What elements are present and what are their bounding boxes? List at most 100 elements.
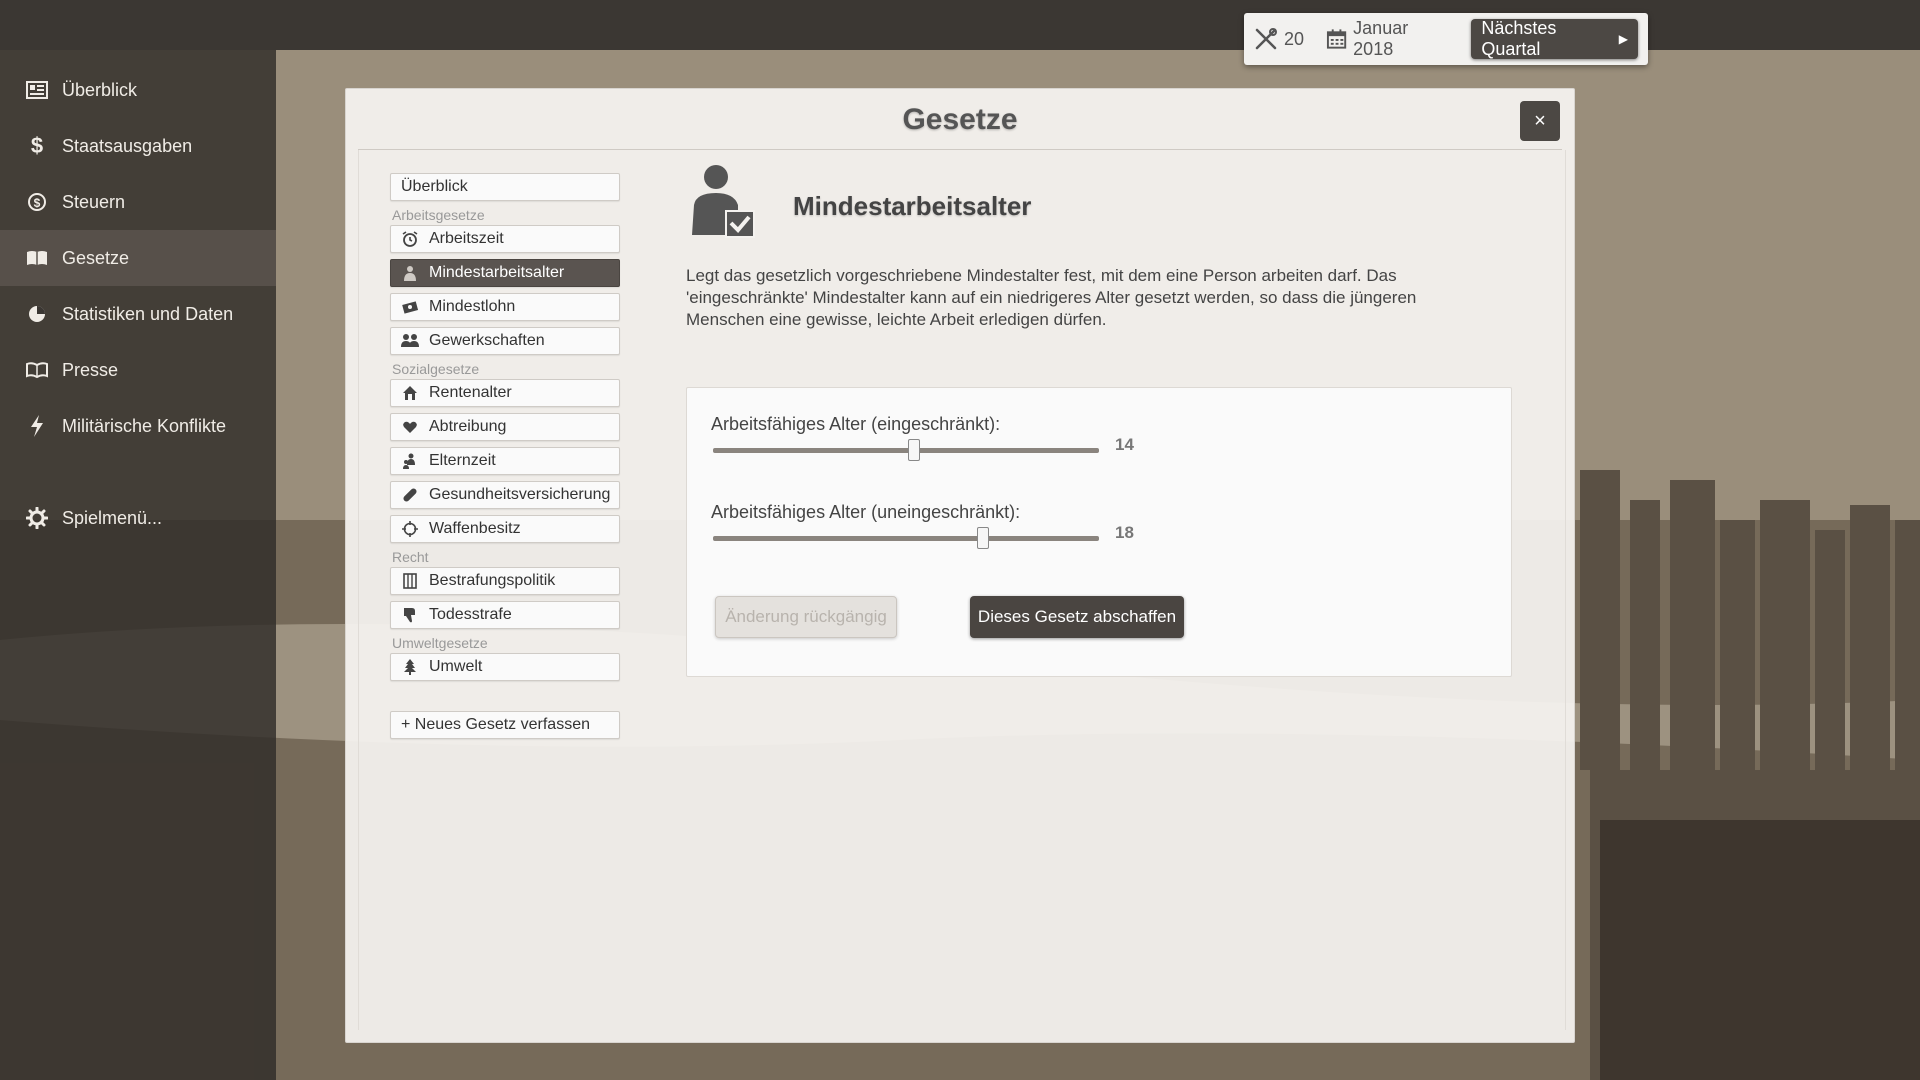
pill-icon [401, 486, 419, 504]
undo-label: Änderung rückgängig [725, 607, 887, 626]
date-display: Januar 2018 [1326, 18, 1449, 60]
nav-group-title: Recht [392, 549, 429, 565]
sidebar-item-statistics[interactable]: Statistiken und Daten [0, 286, 276, 342]
sidebar: Überblick $ Staatsausgaben $ Steuern Ges… [0, 50, 276, 1080]
sidebar-item-press[interactable]: Presse [0, 342, 276, 398]
nav-item-label: Gesundheitsversicherung [429, 486, 611, 503]
tree-icon [401, 658, 419, 676]
nav-item-overview[interactable]: Überblick [390, 173, 620, 201]
restricted-age-slider[interactable] [713, 439, 1099, 461]
clock-icon [401, 230, 419, 248]
play-icon: ▶ [1618, 32, 1628, 46]
sidebar-item-label: Militärische Konflikte [62, 415, 227, 436]
law-description: Legt das gesetzlich vorgeschriebene Mind… [686, 266, 1417, 329]
calendar-icon [1326, 29, 1347, 49]
sidebar-item-label: Staatsausgaben [62, 135, 193, 156]
nav-item-label: Arbeitszeit [429, 230, 504, 247]
sidebar-item-label: Statistiken und Daten [62, 303, 234, 324]
slider-thumb[interactable] [977, 527, 990, 549]
crosshair-icon [401, 520, 419, 538]
next-quarter-label: Nächstes Quartal [1481, 18, 1557, 59]
nav-item-label: Umwelt [429, 658, 483, 675]
slider-label-unrestricted: Arbeitsfähiges Alter (uneingeschränkt): [711, 502, 1021, 522]
sidebar-item-label: Steuern [62, 191, 126, 212]
sidebar-item-game-menu[interactable]: Spielmenü... [0, 490, 276, 546]
close-button[interactable]: × [1520, 101, 1560, 141]
nav-item-minimum-working-age[interactable]: Mindestarbeitsalter [390, 259, 620, 287]
law-book-icon [24, 245, 50, 271]
nav-item-environment[interactable]: Umwelt [390, 653, 620, 681]
nav-item-health-insurance[interactable]: Gesundheitsversicherung [390, 481, 620, 509]
group-icon [401, 332, 419, 350]
nav-item-unions[interactable]: Gewerkschaften [390, 327, 620, 355]
nav-item-label: Mindestarbeitsalter [429, 264, 565, 281]
slider-thumb[interactable] [907, 439, 920, 461]
sidebar-item-label: Spielmenü... [62, 507, 163, 528]
new-law-label: + Neues Gesetz verfassen [401, 716, 590, 733]
family-icon [401, 452, 419, 470]
sidebar-item-label: Überblick [62, 79, 138, 100]
sidebar-item-label: Presse [62, 359, 119, 380]
nav-item-label: Rentenalter [429, 384, 512, 401]
nav-item-label: Abtreibung [429, 418, 507, 435]
heart-icon [401, 418, 419, 436]
abolish-law-button[interactable]: Dieses Gesetz abschaffen [970, 596, 1184, 638]
money-icon [401, 298, 419, 316]
open-book-icon [24, 357, 50, 383]
nav-item-label: Überblick [401, 178, 468, 195]
nav-item-label: Waffenbesitz [429, 520, 521, 537]
unrestricted-age-slider[interactable] [713, 527, 1099, 549]
next-quarter-button[interactable]: Nächstes Quartal ▶ [1471, 18, 1638, 59]
close-icon: × [1534, 109, 1546, 132]
sidebar-item-spending[interactable]: $ Staatsausgaben [0, 118, 276, 174]
nav-item-penal-policy[interactable]: Bestrafungspolitik [390, 567, 620, 595]
sidebar-item-military[interactable]: Militärische Konflikte [0, 398, 276, 454]
house-icon [401, 384, 419, 402]
nav-item-minimum-wage[interactable]: Mindestlohn [390, 293, 620, 321]
pie-chart-icon [24, 301, 50, 327]
lightning-icon [24, 413, 50, 439]
tools-icon [1255, 28, 1277, 50]
nav-item-label: Elternzeit [429, 452, 496, 469]
svg-text:$: $ [34, 196, 41, 210]
nav-item-label: Gewerkschaften [429, 332, 545, 349]
abolish-label: Dieses Gesetz abschaffen [977, 607, 1177, 626]
sidebar-item-overview[interactable]: Überblick [0, 62, 276, 118]
dollar-icon: $ [30, 133, 44, 158]
nav-item-label: Bestrafungspolitik [429, 572, 556, 589]
dialog-title: Gesetze [902, 103, 1018, 136]
worker-check-icon [692, 165, 755, 238]
unrestricted-age-value: 18 [1115, 523, 1134, 542]
nav-group-title: Arbeitsgesetze [392, 207, 485, 223]
law-title: Mindestarbeitsalter [793, 191, 1032, 221]
jail-icon [401, 572, 419, 590]
newspaper-icon [24, 77, 50, 103]
undo-changes-button[interactable]: Änderung rückgängig [715, 596, 897, 638]
thumbs-down-icon [401, 606, 419, 624]
nav-item-parental-leave[interactable]: Elternzeit [390, 447, 620, 475]
nav-item-abortion[interactable]: Abtreibung [390, 413, 620, 441]
gear-icon [24, 505, 50, 531]
law-navigation: Überblick Arbeitsgesetze Arbeitszeit Min… [390, 173, 620, 745]
tools-count: 20 [1284, 28, 1305, 49]
current-date: Januar 2018 [1353, 18, 1409, 59]
nav-group-title: Umweltgesetze [392, 635, 488, 651]
nav-group-title: Sozialgesetze [392, 361, 480, 377]
coin-icon: $ [24, 189, 50, 215]
nav-item-label: Todesstrafe [429, 606, 512, 623]
law-settings-panel: Arbeitsfähiges Alter (eingeschränkt): 14… [686, 387, 1512, 677]
sidebar-item-taxes[interactable]: $ Steuern [0, 174, 276, 230]
sidebar-item-label: Gesetze [62, 247, 130, 268]
laws-dialog: Gesetze × Überblick Arbeitsgesetze Arbei… [345, 88, 1575, 1043]
sidebar-item-laws[interactable]: Gesetze [0, 230, 276, 286]
nav-item-label: Mindestlohn [429, 298, 516, 315]
nav-item-death-penalty[interactable]: Todesstrafe [390, 601, 620, 629]
nav-item-working-hours[interactable]: Arbeitszeit [390, 225, 620, 253]
tools-counter: 20 [1254, 27, 1304, 51]
nav-item-gun-ownership[interactable]: Waffenbesitz [390, 515, 620, 543]
nav-item-retirement-age[interactable]: Rentenalter [390, 379, 620, 407]
restricted-age-value: 14 [1115, 435, 1134, 454]
slider-label-restricted: Arbeitsfähiges Alter (eingeschränkt): [711, 414, 1001, 434]
person-icon [401, 264, 419, 282]
new-law-button[interactable]: + Neues Gesetz verfassen [390, 711, 620, 739]
